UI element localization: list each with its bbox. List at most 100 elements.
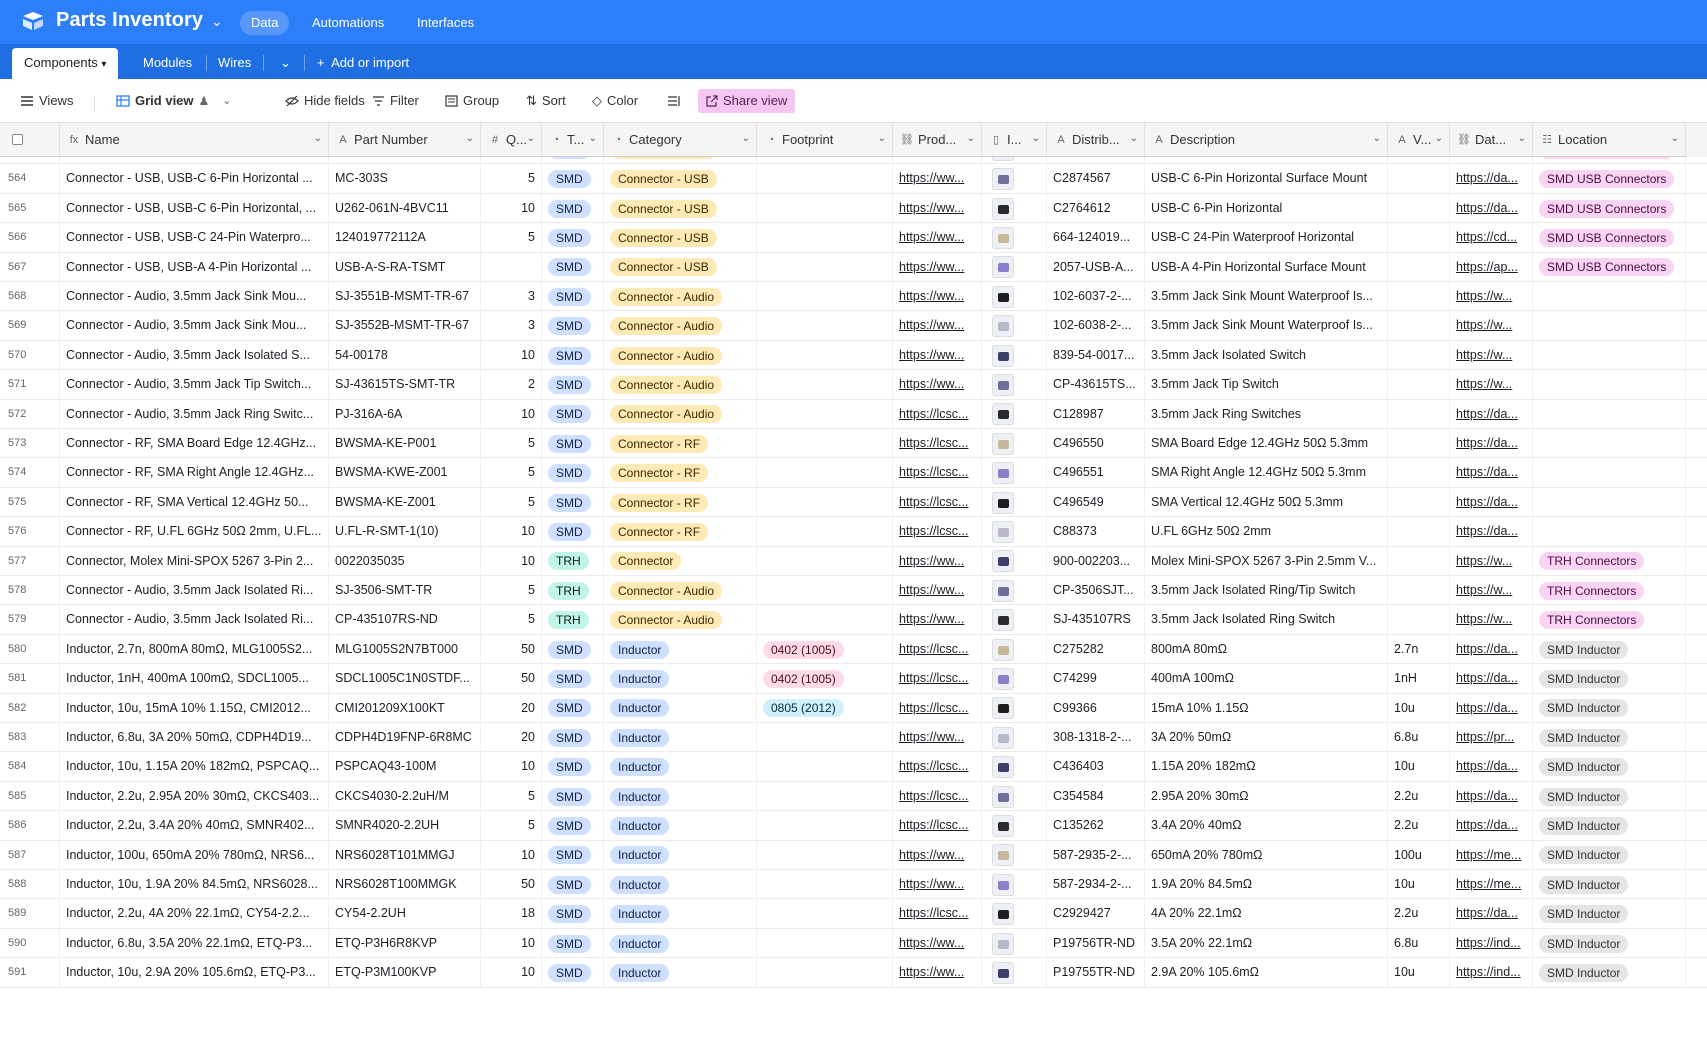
column-header-image[interactable]: ▯ I... ⌄ — [982, 123, 1047, 157]
cell-loc[interactable] — [1533, 311, 1686, 341]
cell-prod[interactable]: https://ww... — [893, 311, 982, 341]
cell-desc[interactable]: USB-C 6-Pin Horizontal Surface Mount — [1145, 164, 1388, 194]
cell-img[interactable] — [982, 517, 1047, 547]
part-image-thumbnail[interactable] — [992, 373, 1014, 396]
cell-fp[interactable] — [757, 517, 893, 547]
product-link[interactable]: https://lcsc... — [899, 524, 968, 538]
cell-t[interactable]: SMD — [542, 664, 604, 694]
table-row[interactable]: 575 Connector - RF, SMA Vertical 12.4GHz … — [0, 487, 1707, 518]
cell-fp[interactable] — [757, 781, 893, 811]
product-link[interactable]: https://ww... — [899, 289, 964, 303]
part-image-thumbnail[interactable] — [992, 403, 1014, 426]
cell-q[interactable]: 5 — [481, 605, 542, 635]
cell-cat[interactable]: Inductor — [604, 870, 757, 899]
column-header-distributor[interactable]: A Distrib... ⌄ — [1047, 123, 1145, 157]
cell-cat[interactable]: Inductor — [604, 693, 757, 723]
cell-t[interactable]: SMD — [542, 340, 604, 370]
cell-fp[interactable] — [757, 487, 893, 517]
cell-name[interactable]: Connector - USB, USB-C 6-Pin Horizontal,… — [60, 193, 329, 223]
cell-dat[interactable]: https://da... — [1450, 193, 1533, 223]
cell-cat[interactable]: Inductor — [604, 634, 757, 664]
cell-pn[interactable]: CP-435107RS-ND — [329, 605, 481, 635]
cell-fp[interactable] — [757, 340, 893, 370]
datasheet-link[interactable]: https://da... — [1456, 759, 1518, 773]
cell-dist[interactable]: 587-2935-2-... — [1047, 840, 1145, 870]
cell-pn[interactable]: U.FL-R-SMT-1(10) — [329, 517, 481, 547]
cell-v[interactable] — [1388, 429, 1450, 458]
cell-cat[interactable]: Connector - Audio — [604, 605, 757, 635]
add-or-import-button[interactable]: + Add or import — [305, 48, 421, 79]
cell-loc[interactable]: SMD Inductor — [1533, 693, 1686, 723]
part-image-thumbnail[interactable] — [992, 903, 1014, 926]
cell-dat[interactable]: https://da... — [1450, 487, 1533, 517]
cell-pn[interactable]: NRS6028T100MMGK — [329, 870, 481, 899]
cell-n[interactable]: 583 — [0, 723, 60, 752]
cell-name[interactable]: Connector - Audio, 3.5mm Jack Tip Switch… — [60, 370, 329, 400]
group-button[interactable]: Group — [445, 89, 499, 113]
product-link[interactable]: https://lcsc... — [899, 436, 968, 450]
table-row[interactable]: 585 Inductor, 2.2u, 2.95A 20% 30mΩ, CKCS4… — [0, 781, 1707, 812]
cell-dat[interactable]: https://da... — [1450, 429, 1533, 458]
datasheet-link[interactable]: https://w... — [1456, 348, 1512, 362]
color-button[interactable]: ◇ Color — [592, 89, 638, 113]
cell-img[interactable] — [982, 399, 1047, 429]
cell-prod[interactable]: https://lcsc... — [893, 752, 982, 782]
product-link[interactable]: https://lcsc... — [899, 407, 968, 421]
cell-prod[interactable]: https://lcsc... — [893, 399, 982, 429]
datasheet-link[interactable]: https://w... — [1456, 612, 1512, 626]
part-image-thumbnail[interactable] — [992, 491, 1014, 514]
table-row[interactable]: 576 Connector - RF, U.FL 6GHz 50Ω 2mm, U.… — [0, 517, 1707, 547]
column-header-name[interactable]: fx Name ⌄ — [60, 123, 329, 157]
cell-q[interactable]: 10 — [481, 752, 542, 782]
cell-loc[interactable] — [1533, 458, 1686, 488]
cell-n[interactable]: 577 — [0, 546, 60, 576]
datasheet-link[interactable]: https://da... — [1456, 906, 1518, 920]
cell-t[interactable]: SMD — [542, 370, 604, 400]
cell-v[interactable]: 2.2u — [1388, 899, 1450, 929]
cell-pn[interactable]: SMNR4020-2.2UH — [329, 811, 481, 841]
cell-v[interactable]: 2.7n — [1388, 634, 1450, 664]
cell-name[interactable]: Inductor, 2.2u, 2.95A 20% 30mΩ, CKCS403.… — [60, 781, 329, 811]
sort-button[interactable]: ⇅ Sort — [526, 89, 566, 113]
tab-wires[interactable]: Wires — [206, 48, 263, 79]
cell-q[interactable] — [481, 252, 542, 282]
cell-fp[interactable]: 0402 (1005) — [757, 634, 893, 664]
cell-dat[interactable]: https://cd... — [1450, 223, 1533, 253]
datasheet-link[interactable]: https://w... — [1456, 289, 1512, 303]
cell-dist[interactable]: CP-43615TS... — [1047, 370, 1145, 400]
cell-cat[interactable]: Connector - RF — [604, 429, 757, 458]
cell-n[interactable]: 568 — [0, 282, 60, 311]
cell-q[interactable]: 10 — [481, 399, 542, 429]
table-row[interactable]: 591 Inductor, 10u, 2.9A 20% 105.6mΩ, ETQ-… — [0, 958, 1707, 988]
chevron-down-icon[interactable]: ⌄ — [1671, 133, 1679, 144]
cell-t[interactable]: SMD — [542, 517, 604, 547]
cell-prod[interactable]: https://lcsc... — [893, 634, 982, 664]
cell-prod[interactable]: https://ww... — [893, 958, 982, 988]
cell-name[interactable]: Connector, Molex Mini-SPOX 5267 3-Pin 2.… — [60, 546, 329, 576]
cell-dat[interactable]: https://da... — [1450, 634, 1533, 664]
cell-cat[interactable]: Connector - USB — [604, 223, 757, 253]
cell-dist[interactable]: C74299 — [1047, 664, 1145, 694]
table-row[interactable]: 564 Connector - USB, USB-C 6-Pin Horizont… — [0, 164, 1707, 194]
cell-pn[interactable]: SJ-3551B-MSMT-TR-67 — [329, 282, 481, 311]
cell-pn[interactable]: CKCS4030-2.2uH/M — [329, 781, 481, 811]
cell-img[interactable] — [982, 164, 1047, 194]
cell-cat[interactable]: Inductor — [604, 664, 757, 694]
cell-img[interactable] — [982, 429, 1047, 458]
cell-loc[interactable] — [1533, 340, 1686, 370]
cell-t[interactable]: SMD — [542, 223, 604, 253]
table-row[interactable]: 570 Connector - Audio, 3.5mm Jack Isolate… — [0, 340, 1707, 371]
cell-n[interactable]: 584 — [0, 752, 60, 782]
part-image-thumbnail[interactable] — [992, 785, 1014, 808]
cell-cat[interactable]: Connector - Audio — [604, 340, 757, 370]
base-title[interactable]: Parts Inventory — [56, 9, 203, 32]
tab-components[interactable]: Components ▾ — [12, 48, 119, 79]
part-image-thumbnail[interactable] — [992, 726, 1014, 749]
chevron-down-icon[interactable]: ⌄ — [314, 133, 322, 144]
table-row[interactable]: 572 Connector - Audio, 3.5mm Jack Ring Sw… — [0, 399, 1707, 429]
cell-n[interactable]: 570 — [0, 340, 60, 370]
datasheet-link[interactable]: https://da... — [1456, 524, 1518, 538]
product-link[interactable]: https://lcsc... — [899, 789, 968, 803]
cell-img[interactable] — [982, 693, 1047, 723]
cell-t[interactable]: SMD — [542, 634, 604, 664]
